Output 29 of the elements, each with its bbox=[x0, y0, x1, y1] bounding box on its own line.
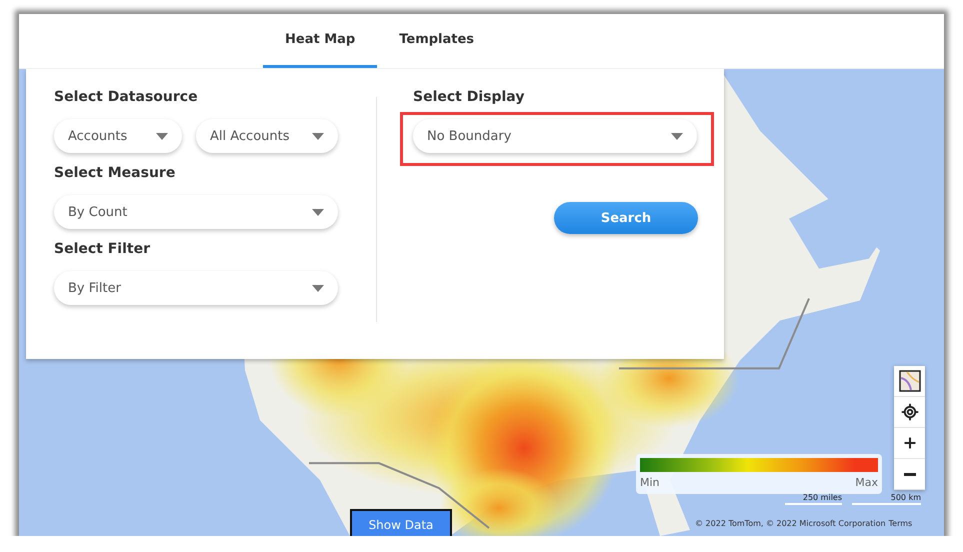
dropdown[interactable]: No Boundary bbox=[413, 119, 697, 153]
dropdown[interactable]: By Filter bbox=[54, 271, 338, 305]
terms-link[interactable]: Terms bbox=[888, 519, 912, 528]
show-data-button[interactable]: Show Data bbox=[350, 509, 452, 536]
dropdown[interactable]: By Count bbox=[54, 195, 338, 229]
dropdown[interactable]: Accounts bbox=[54, 119, 182, 153]
plus-icon bbox=[902, 435, 918, 451]
caret-icon bbox=[671, 132, 683, 140]
section-label: Select Measure bbox=[54, 165, 176, 181]
locate-button[interactable] bbox=[894, 397, 925, 428]
minus-icon bbox=[904, 472, 916, 476]
section-label: Select Datasource bbox=[54, 89, 199, 105]
attribution-text: © 2022 TomTom, © 2022 Microsoft Corporation bbox=[695, 519, 886, 528]
section-label: Select Display bbox=[413, 89, 526, 105]
zoom-in-button[interactable] bbox=[894, 428, 925, 459]
dropdown[interactable]: All Accounts bbox=[196, 119, 338, 153]
scale-bar: 500 km bbox=[852, 493, 921, 505]
legend-max: Max bbox=[855, 476, 878, 489]
crosshair-icon bbox=[900, 403, 918, 421]
legend-min: Min bbox=[640, 476, 660, 489]
map-style-button[interactable] bbox=[894, 366, 925, 397]
caret-icon bbox=[312, 132, 324, 140]
map-style-icon bbox=[898, 370, 920, 392]
caret-icon bbox=[312, 208, 324, 216]
scale-bar: 250 miles bbox=[785, 493, 842, 505]
section-label: Select Filter bbox=[54, 241, 151, 257]
caret-icon bbox=[312, 284, 324, 292]
zoom-out-button[interactable] bbox=[894, 459, 925, 490]
caret-icon bbox=[156, 132, 168, 140]
